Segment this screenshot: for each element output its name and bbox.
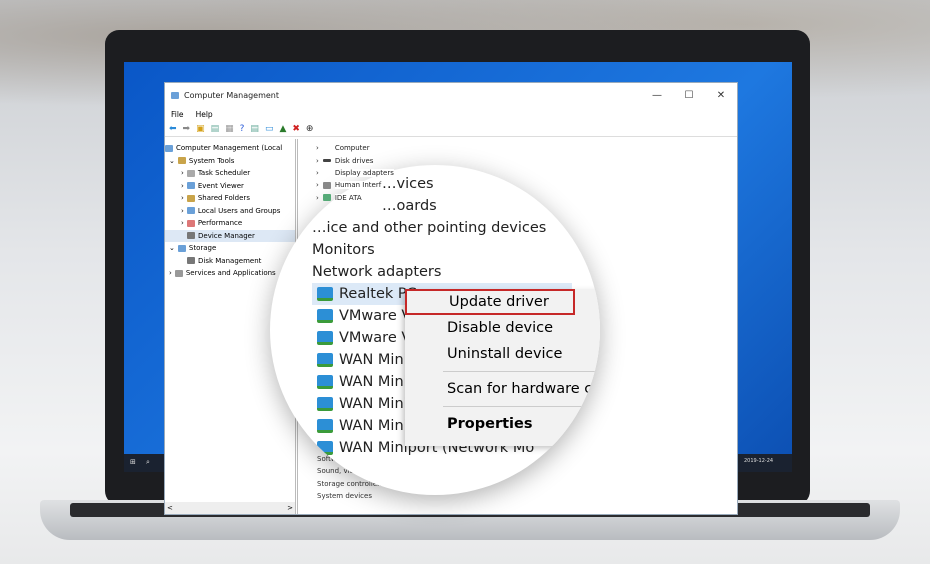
magnifier-lens: …vices …oards …ice and other pointing de… (270, 165, 600, 495)
properties-icon[interactable]: ▦ (225, 124, 234, 134)
tree-item-performance[interactable]: › Performance (165, 217, 295, 230)
tree-item-device-manager[interactable]: Device Manager (165, 229, 295, 242)
device-category[interactable]: › Display adapters (316, 167, 737, 179)
device-category[interactable]: › Computer (316, 142, 737, 154)
forward-arrow-icon[interactable]: ➡ (183, 124, 191, 134)
window-title: Computer Management (184, 90, 280, 100)
computer-management-icon (171, 91, 179, 99)
start-icon[interactable]: ⊞ (130, 458, 136, 466)
tree-item-computer-management[interactable]: Computer Management (Local (165, 142, 295, 155)
network-adapter-icon (317, 375, 333, 389)
toolbar: ⬅ ➡ ▣ ▤ ▦ ? ▤ ▭ ▲ ✖ ⊕ (165, 121, 737, 137)
device-category[interactable]: › Disk drives (316, 154, 737, 166)
tree-item-services[interactable]: › Services and Applications (165, 267, 295, 280)
menu-update-driver[interactable]: Update driver (405, 289, 575, 315)
menu-uninstall-device[interactable]: Uninstall device (405, 341, 600, 367)
device-category[interactable]: › IDE ATA (316, 192, 737, 204)
scan-icon[interactable]: ⊕ (306, 124, 314, 134)
close-button[interactable]: ✕ (705, 90, 737, 101)
monitor-icon[interactable]: ▭ (265, 124, 274, 134)
device-category[interactable]: System devices (317, 490, 384, 502)
tree-item-task-scheduler[interactable]: › Task Scheduler (165, 167, 295, 180)
network-adapter-icon (317, 287, 333, 301)
tree-item-local-users[interactable]: › Local Users and Groups (165, 205, 295, 218)
clock: 2019-12-24 (744, 458, 774, 464)
uninstall-icon[interactable]: ✖ (292, 124, 300, 134)
horizontal-scrollbar[interactable]: < > (165, 501, 295, 514)
menu-scan-hardware[interactable]: Scan for hardware c (405, 376, 600, 402)
tree-item-system-tools[interactable]: ⌄ System Tools (165, 155, 295, 168)
menu-separator (443, 371, 600, 372)
device-category[interactable]: › Human Interf (316, 179, 737, 191)
update-driver-icon[interactable]: ▲ (279, 124, 286, 134)
menu-bar: File Help (165, 107, 737, 121)
menu-help[interactable]: Help (196, 110, 213, 119)
tree-item-storage[interactable]: ⌄ Storage (165, 242, 295, 255)
menu-separator (443, 406, 600, 407)
network-adapter-icon (317, 353, 333, 367)
show-tree-icon[interactable]: ▤ (211, 124, 220, 134)
category-monitors[interactable]: Monitors (312, 239, 572, 261)
search-icon[interactable]: ⌕ (146, 458, 150, 467)
category-network-adapters[interactable]: Network adapters (312, 261, 572, 283)
network-adapter-icon (317, 309, 333, 323)
tree-item-disk-management[interactable]: Disk Management (165, 255, 295, 268)
tree-item-shared-folders[interactable]: › Shared Folders (165, 192, 295, 205)
up-folder-icon[interactable]: ▣ (196, 124, 205, 134)
console-icon[interactable]: ▤ (250, 124, 259, 134)
network-adapter-icon (317, 441, 333, 455)
title-bar: Computer Management — ☐ ✕ (165, 83, 737, 107)
network-adapter-icon (317, 419, 333, 433)
context-menu: Update driver Disable device Uninstall d… (405, 289, 600, 446)
menu-file[interactable]: File (171, 110, 184, 119)
tree-item-event-viewer[interactable]: › Event Viewer (165, 180, 295, 193)
menu-disable-device[interactable]: Disable device (405, 315, 600, 341)
help-icon[interactable]: ? (240, 124, 245, 134)
menu-properties[interactable]: Properties (405, 411, 600, 437)
network-adapter-icon (317, 397, 333, 411)
maximize-button[interactable]: ☐ (673, 90, 705, 101)
category-row: …ice and other pointing devices (312, 220, 547, 236)
back-arrow-icon[interactable]: ⬅ (169, 124, 177, 134)
network-adapter-icon (317, 331, 333, 345)
minimize-button[interactable]: — (641, 90, 673, 101)
